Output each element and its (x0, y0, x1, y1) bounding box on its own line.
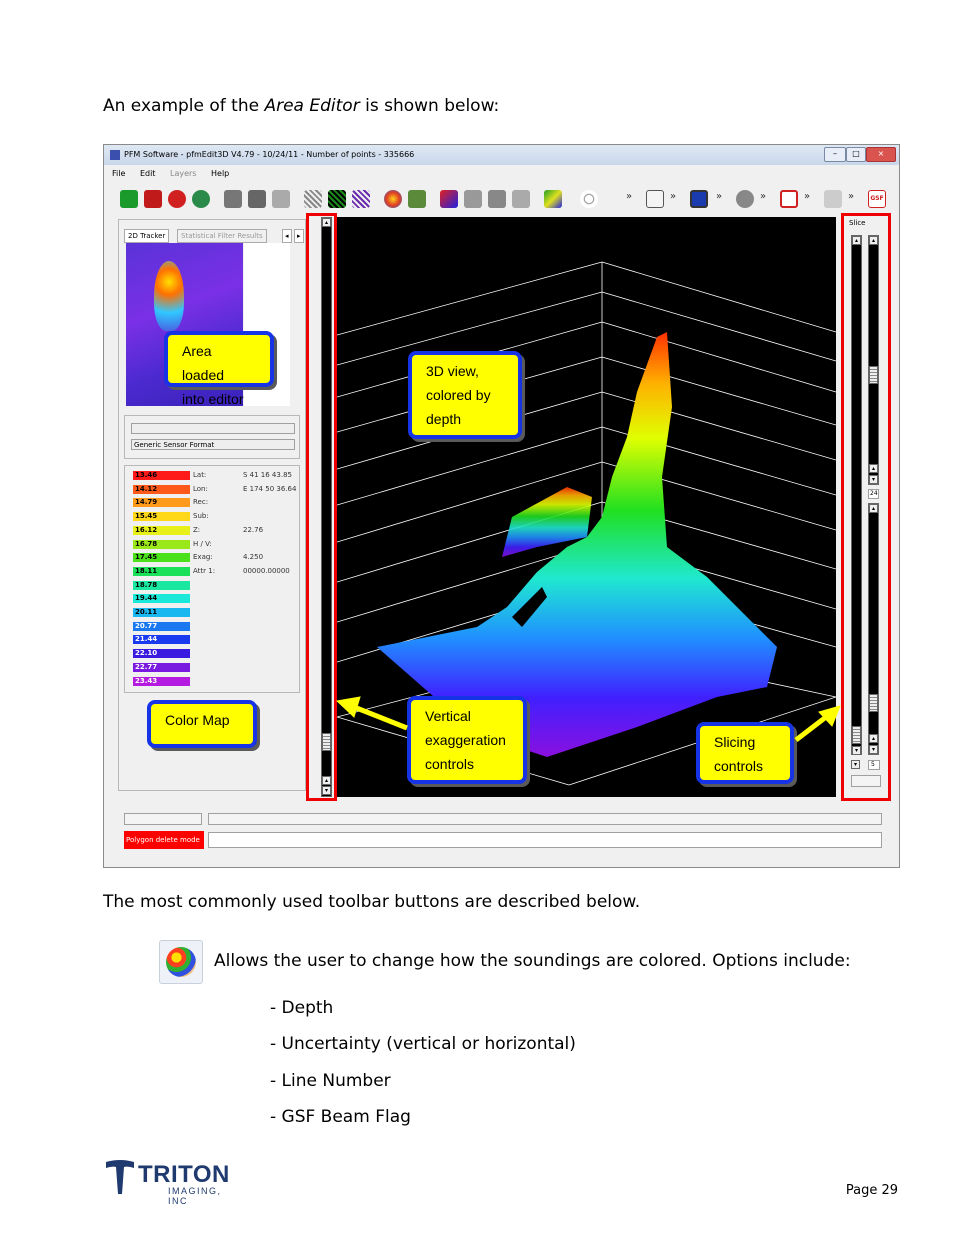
toolbar-description: The most commonly used toolbar buttons a… (103, 892, 641, 912)
logo-subtitle: IMAGING, INC (168, 1186, 222, 1206)
callout-arrows (335, 696, 841, 742)
option-gsf-beam-flag: - GSF Beam Flag (270, 1107, 411, 1127)
option-depth: - Depth (270, 998, 334, 1018)
logo-name: TRITON (138, 1161, 230, 1188)
area-editor-emphasis: Area Editor (264, 96, 360, 116)
triton-logo-mark (106, 1160, 134, 1194)
pfmedit3d-window: PFM Software - pfmEdit3D V4.79 - 10/24/1… (103, 144, 900, 868)
arrow-to-slicing (794, 715, 828, 742)
arrow-head-exaggeration (335, 696, 361, 718)
palette-icon (166, 947, 196, 977)
option-line-number: - Line Number (270, 1071, 391, 1091)
color-by-button-icon (159, 940, 203, 984)
intro-text: An example of the Area Editor is shown b… (103, 96, 500, 116)
color-button-description: Allows the user to change how the soundi… (214, 951, 851, 971)
arrow-to-exaggeration (353, 704, 408, 731)
triton-logo: TRITON IMAGING, INC (104, 1160, 229, 1206)
option-uncertainty: - Uncertainty (vertical or horizontal) (270, 1034, 576, 1054)
page-number: Page 29 (845, 1183, 898, 1198)
